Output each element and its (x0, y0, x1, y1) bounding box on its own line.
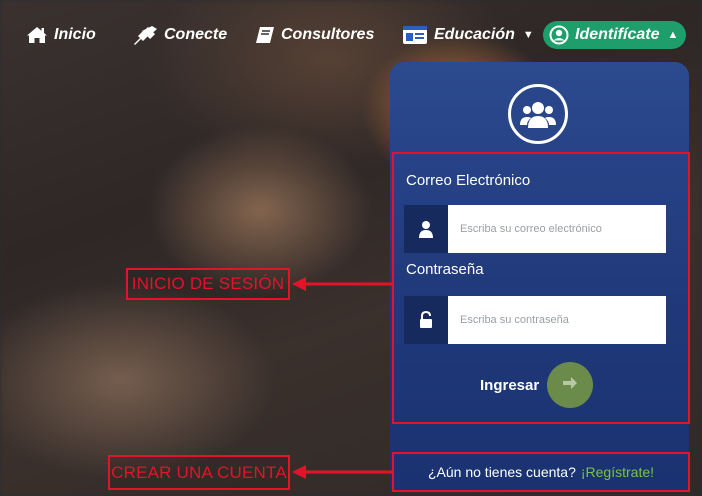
home-icon (26, 26, 48, 44)
caret-up-icon: ▲ (667, 29, 679, 41)
users-icon (508, 84, 568, 144)
annotation-register: CREAR UNA CUENTA (108, 455, 290, 490)
annotation-login: INICIO DE SESIÓN (126, 268, 290, 300)
submit-label: Ingresar (480, 376, 540, 394)
id-card-icon (402, 25, 428, 45)
nav-inicio[interactable]: Inicio (26, 22, 96, 48)
nav-conecte-label: Conecte (164, 26, 228, 43)
plug-icon (132, 25, 158, 45)
email-field[interactable] (448, 205, 666, 253)
annotation-login-label: INICIO DE SESIÓN (131, 274, 285, 293)
email-input-group (404, 205, 666, 253)
submit-row: Ingresar (480, 362, 594, 408)
nav-identificate-button[interactable]: Identifícate ▲ (543, 21, 687, 49)
annotation-register-arrow (292, 465, 392, 479)
password-input-group (404, 296, 666, 344)
user-icon (404, 205, 448, 253)
nav-consultores[interactable]: Consultores (255, 22, 374, 48)
register-question: ¿Aún no tienes cuenta? (427, 464, 576, 480)
unlock-icon (404, 296, 448, 344)
nav-consultores-label: Consultores (281, 26, 375, 43)
nav-educacion-label: Educación (434, 26, 515, 43)
annotation-login-arrow (292, 277, 392, 291)
top-navigation: Inicio Conecte Consultores Educación ▼ I… (0, 0, 702, 66)
register-link[interactable]: ¡Regístrate! (581, 464, 654, 480)
arrow-right-icon (561, 374, 579, 397)
register-row: ¿Aún no tienes cuenta? ¡Regístrate! (392, 452, 690, 492)
nav-educacion-dropdown[interactable]: Educación ▼ (402, 22, 534, 48)
annotation-register-label: CREAR UNA CUENTA (111, 462, 287, 482)
email-label: Correo Electrónico (406, 172, 531, 189)
password-field[interactable] (448, 296, 666, 344)
nav-conecte[interactable]: Conecte (132, 22, 227, 48)
book-icon (255, 26, 275, 44)
user-circle-icon (549, 25, 569, 45)
nav-identificate-label: Identifícate (575, 26, 660, 43)
nav-inicio-label: Inicio (54, 26, 96, 43)
submit-button[interactable] (547, 362, 594, 408)
password-label: Contraseña (406, 261, 484, 278)
caret-down-icon: ▼ (522, 29, 534, 41)
